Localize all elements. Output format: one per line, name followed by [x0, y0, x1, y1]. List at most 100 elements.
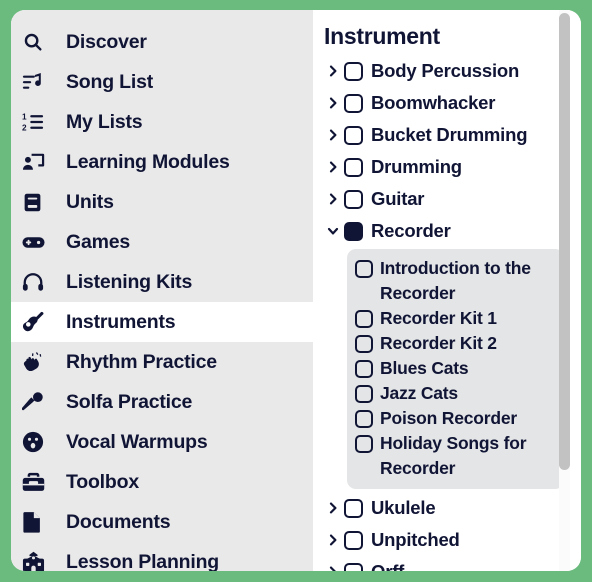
tree-label: Guitar: [371, 188, 425, 209]
svg-text:2: 2: [22, 123, 27, 132]
checkbox-sub-5[interactable]: [355, 410, 373, 428]
panel-scrollbar-track[interactable]: [559, 10, 570, 571]
page-title: Instrument: [324, 23, 440, 49]
sidebar-item-label: Rhythm Practice: [66, 350, 217, 373]
tree-row-guitar[interactable]: Guitar: [324, 183, 568, 215]
sidebar-item-solfa-practice[interactable]: Solfa Practice: [11, 382, 313, 422]
tree-row-unpitched[interactable]: Unpitched: [324, 524, 568, 556]
sidebar-item-label: Discover: [66, 30, 147, 53]
checkbox-sub-3[interactable]: [355, 360, 373, 378]
sublist-item-label: Jazz Cats: [380, 383, 458, 403]
sidebar-item-discover[interactable]: Discover: [11, 22, 313, 62]
presentation-icon: [22, 151, 52, 174]
checkbox-unpitched[interactable]: [344, 530, 363, 550]
tree-row-recorder[interactable]: Recorder: [324, 215, 568, 247]
document-icon: [22, 511, 52, 533]
sidebar-item-label: Learning Modules: [66, 150, 230, 173]
sidebar-item-label: Lesson Planning: [66, 550, 220, 572]
sidebar-item-games[interactable]: Games: [11, 222, 313, 262]
numbered-list-icon: 12: [22, 111, 52, 133]
tree-label: Drumming: [371, 156, 462, 177]
singing-face-icon: [22, 431, 52, 453]
search-icon: [22, 31, 52, 53]
svg-text:1: 1: [22, 112, 27, 121]
sidebar-item-lesson-planning[interactable]: Lesson Planning: [11, 542, 313, 571]
sidebar-item-units[interactable]: Units: [11, 182, 313, 222]
tree-label: Unpitched: [371, 529, 460, 550]
sidebar-item-song-list[interactable]: Song List: [11, 62, 313, 102]
checkbox-drumming[interactable]: [344, 157, 363, 177]
checkbox-sub-4[interactable]: [355, 385, 373, 403]
sublist-item-label: Blues Cats: [380, 358, 469, 378]
toolbox-icon: [22, 471, 52, 494]
chevron-right-icon[interactable]: [324, 501, 342, 515]
chevron-right-icon[interactable]: [324, 160, 342, 174]
checkbox-sub-1[interactable]: [355, 310, 373, 328]
sidebar-item-label: Instruments: [66, 310, 176, 333]
recorder-sublist: Introduction to the Recorder Recorder Kit…: [347, 249, 564, 489]
song-list-icon: [22, 71, 52, 93]
sidebar-item-documents[interactable]: Documents: [11, 502, 313, 542]
checkbox-bucket-drumming[interactable]: [344, 125, 363, 145]
checkbox-sub-2[interactable]: [355, 335, 373, 353]
headphones-icon: [22, 271, 52, 293]
instrument-panel: Instrument Body Percussion Boomwhacker Buc…: [313, 10, 581, 571]
checkbox-body-percussion[interactable]: [344, 61, 363, 81]
checkbox-guitar[interactable]: [344, 189, 363, 209]
sidebar-item-vocal-warmups[interactable]: Vocal Warmups: [11, 422, 313, 462]
microphone-icon: [22, 391, 52, 413]
chevron-right-icon[interactable]: [324, 64, 342, 78]
checkbox-ukulele[interactable]: [344, 498, 363, 518]
sidebar: Discover Song List 1 2 My Lists Learning Modu…: [11, 10, 313, 571]
sidebar-item-rhythm-practice[interactable]: Rhythm Practice: [11, 342, 313, 382]
sidebar-item-label: My Lists: [66, 110, 143, 133]
gamepad-icon: [22, 231, 52, 254]
chevron-right-icon[interactable]: [324, 192, 342, 206]
sublist-item-poison-recorder[interactable]: Poison Recorder: [355, 406, 558, 431]
sidebar-item-toolbox[interactable]: Toolbox: [11, 462, 313, 502]
checkbox-sub-0[interactable]: [355, 260, 373, 278]
chevron-right-icon[interactable]: [324, 128, 342, 142]
checkbox-orff[interactable]: [344, 562, 363, 571]
sublist-item-jazz-cats[interactable]: Jazz Cats: [355, 381, 558, 406]
sublist-item-recorder-kit-1[interactable]: Recorder Kit 1: [355, 306, 558, 331]
app-frame: Discover Song List 1 2 My Lists Learning Modu…: [0, 0, 592, 582]
tree-label: Bucket Drumming: [371, 124, 528, 145]
panel-scrollbar-thumb[interactable]: [559, 13, 570, 470]
sidebar-item-learning-modules[interactable]: Learning Modules: [11, 142, 313, 182]
sidebar-item-label: Games: [66, 230, 131, 253]
sublist-item-blues-cats[interactable]: Blues Cats: [355, 356, 558, 381]
sidebar-item-instruments[interactable]: Instruments: [11, 302, 313, 342]
tree-label: Orff: [371, 561, 404, 571]
sublist-item-introduction-to-the-recorder[interactable]: Introduction to the Recorder: [355, 256, 558, 306]
sublist-item-recorder-kit-2[interactable]: Recorder Kit 2: [355, 331, 558, 356]
checkbox-boomwhacker[interactable]: [344, 93, 363, 113]
chevron-right-icon[interactable]: [324, 565, 342, 571]
app-card: Discover Song List 1 2 My Lists Learning Modu…: [11, 10, 581, 571]
tree-label: Boomwhacker: [371, 92, 496, 113]
sublist-item-label: Holiday Songs for Recorder: [380, 433, 527, 478]
tree-row-body-percussion[interactable]: Body Percussion: [324, 55, 568, 87]
guitar-icon: [22, 311, 52, 333]
sidebar-item-label: Toolbox: [66, 470, 139, 493]
chevron-down-icon[interactable]: [324, 224, 342, 238]
sublist-item-holiday-songs-for-recorder[interactable]: Holiday Songs for Recorder: [355, 431, 558, 481]
tree-row-bucket-drumming[interactable]: Bucket Drumming: [324, 119, 568, 151]
clapping-hands-icon: [22, 351, 52, 374]
checkbox-recorder[interactable]: [344, 221, 363, 241]
sidebar-item-listening-kits[interactable]: Listening Kits: [11, 262, 313, 302]
chevron-right-icon[interactable]: [324, 533, 342, 547]
chevron-right-icon[interactable]: [324, 96, 342, 110]
tree-label: Body Percussion: [371, 60, 520, 81]
book-icon: [22, 192, 52, 213]
tree-row-drumming[interactable]: Drumming: [324, 151, 568, 183]
sidebar-item-label: Listening Kits: [66, 270, 193, 293]
sidebar-item-my-lists[interactable]: 1 2 My Lists: [11, 102, 313, 142]
tree-label: Ukulele: [371, 497, 436, 518]
checkbox-sub-6[interactable]: [355, 435, 373, 453]
instrument-panel-content: Instrument Body Percussion Boomwhacker Buc…: [313, 10, 568, 571]
tree-row-ukulele[interactable]: Ukulele: [324, 492, 568, 524]
tree-row-boomwhacker[interactable]: Boomwhacker: [324, 87, 568, 119]
sidebar-item-label: Documents: [66, 510, 171, 533]
tree-row-orff[interactable]: Orff: [324, 556, 568, 571]
